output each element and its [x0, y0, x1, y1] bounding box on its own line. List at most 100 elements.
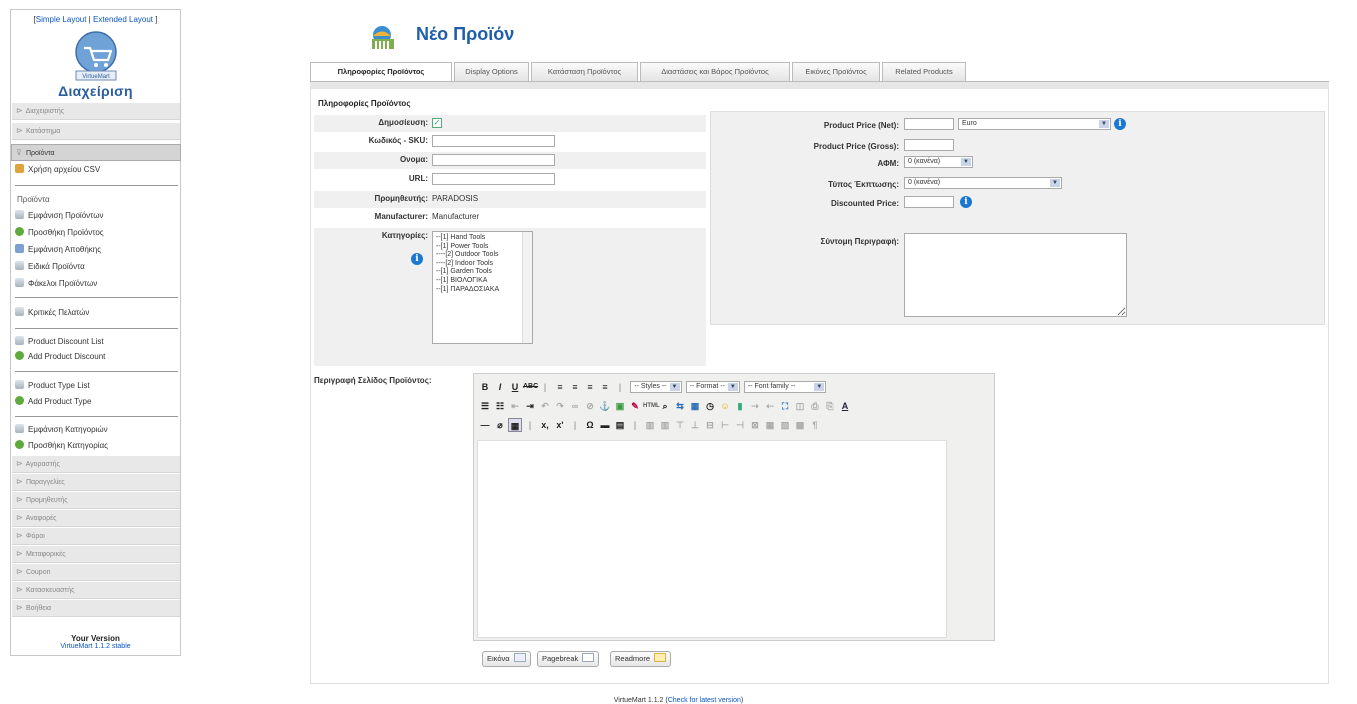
tab-related-products[interactable]: Related Products — [882, 62, 966, 82]
category-option[interactable]: ----[2] Outdoor Tools — [436, 251, 529, 260]
categories-listbox[interactable]: --[1] Hand Tools --[1] Power Tools ----[… — [432, 231, 533, 344]
numbered-list-icon[interactable]: ☷ — [493, 399, 507, 413]
category-option[interactable]: --[1] ΠΑΡΑΔΟΣΙΑΚΑ — [436, 286, 529, 295]
preview-icon[interactable]: ◫ — [793, 399, 807, 413]
emotions-icon[interactable]: ☺ — [718, 399, 732, 413]
name-input[interactable] — [432, 154, 555, 166]
image-icon[interactable]: ▣ — [613, 399, 627, 413]
sidebar-section-reports[interactable]: ⊳ Αναφορές — [12, 510, 180, 527]
font-color-icon[interactable]: A — [838, 399, 852, 413]
anchor-icon[interactable]: ⚓ — [598, 399, 612, 413]
format-select[interactable]: -- Format -- ▼ — [685, 381, 740, 393]
sidebar-section-coupon[interactable]: ⊳ Coupon — [12, 564, 180, 581]
tab-product-info[interactable]: Πληροφορίες Προϊόντος — [310, 62, 452, 82]
cleanup-icon[interactable]: ✎ — [628, 399, 642, 413]
sidebar-item-reviews[interactable]: Κριτικές Πελατών — [15, 305, 180, 320]
simple-layout-link[interactable]: Simple Layout — [36, 15, 87, 24]
sidebar-item-add-discount[interactable]: Add Product Discount — [15, 349, 180, 364]
strikethrough-icon[interactable]: ABC — [523, 380, 538, 394]
sidebar-item-list-categories[interactable]: Εμφάνιση Κατηγοριών — [15, 422, 180, 437]
rtl-icon[interactable]: ⇠ — [763, 399, 777, 413]
tab-dimensions-weight[interactable]: Διαστάσεις και Βάρος Προϊόντος — [640, 62, 790, 82]
date-icon[interactable]: ▦ — [688, 399, 702, 413]
insert-layer-icon[interactable]: ▬ — [598, 418, 612, 432]
find-icon[interactable]: ⌕ — [658, 399, 672, 413]
sidebar-item-csv[interactable]: Χρήση αρχείου CSV — [15, 162, 180, 177]
style-props-icon[interactable]: ¶ — [808, 418, 822, 432]
print-icon[interactable]: ⎙ — [808, 399, 822, 413]
categories-scrollbar[interactable] — [522, 232, 532, 343]
merge-cells-icon[interactable]: ▧ — [778, 418, 792, 432]
col-before-icon[interactable]: ⊢ — [718, 418, 732, 432]
category-option[interactable]: --[1] Hand Tools — [436, 234, 529, 243]
time-icon[interactable]: ◷ — [703, 399, 717, 413]
sidebar-section-vendors[interactable]: ⊳ Προμηθευτής — [12, 492, 180, 509]
categories-info-icon[interactable]: i — [411, 253, 423, 265]
category-option[interactable]: --[1] Garden Tools — [436, 268, 529, 277]
col-after-icon[interactable]: ⊣ — [733, 418, 747, 432]
unlink-icon[interactable]: ⊘ — [583, 399, 597, 413]
italic-icon[interactable]: I — [493, 380, 507, 394]
sidebar-item-discount-list[interactable]: Product Discount List — [15, 334, 180, 349]
table-icon[interactable]: ▤ — [613, 418, 627, 432]
check-version-link[interactable]: Check for latest version — [668, 697, 741, 704]
currency-select[interactable]: Euro ▼ — [958, 118, 1111, 130]
styles-select[interactable]: -- Styles -- ▼ — [630, 381, 682, 393]
align-left-icon[interactable]: ≡ — [553, 380, 567, 394]
sidebar-section-store[interactable]: ⊳ Κατάστημα — [12, 123, 180, 140]
net-price-input[interactable] — [904, 118, 954, 130]
bullet-list-icon[interactable]: ☰ — [478, 399, 492, 413]
category-option[interactable]: --[1] ΒΙΟΛΟΓΙΚΑ — [436, 277, 529, 286]
category-option[interactable]: ----[2] Indoor Tools — [436, 260, 529, 269]
sidebar-item-add-category[interactable]: Προσθήκη Κατηγορίας — [15, 438, 180, 453]
gross-price-input[interactable] — [904, 139, 954, 151]
discounted-price-input[interactable] — [904, 196, 954, 208]
split-cells-icon[interactable]: ▦ — [763, 418, 777, 432]
sidebar-section-admin[interactable]: ⊳ Διαχειριστής — [12, 103, 180, 120]
special-char-icon[interactable]: Ω — [583, 418, 597, 432]
row-after-icon[interactable]: ⊥ — [688, 418, 702, 432]
bold-icon[interactable]: B — [478, 380, 492, 394]
cell-props-icon[interactable]: ▥ — [658, 418, 672, 432]
underline-icon[interactable]: U — [508, 380, 522, 394]
row-props-icon[interactable]: ▥ — [643, 418, 657, 432]
media-icon[interactable]: ▮ — [733, 399, 747, 413]
extended-layout-link[interactable]: Extended Layout — [93, 15, 153, 24]
outdent-icon[interactable]: ⇤ — [508, 399, 522, 413]
font-family-select[interactable]: -- Font family -- ▼ — [743, 381, 827, 393]
replace-icon[interactable]: ⇆ — [673, 399, 687, 413]
insert-image-button[interactable]: Εικόνα — [482, 651, 531, 667]
sku-input[interactable] — [432, 135, 555, 147]
table-props-icon[interactable]: ▩ — [793, 418, 807, 432]
sidebar-section-shoppers[interactable]: ⊳ Αγοραστής — [12, 456, 180, 473]
undo-icon[interactable]: ↶ — [538, 399, 552, 413]
horizontal-rule-icon[interactable]: — — [478, 418, 492, 432]
discount-type-select[interactable]: 0 (κανένα) ▼ — [904, 177, 1062, 189]
sidebar-item-add-product-type[interactable]: Add Product Type — [15, 394, 180, 409]
discount-info-icon[interactable]: i — [960, 196, 972, 208]
fullscreen-icon[interactable]: ⛶ — [778, 399, 792, 413]
readmore-button[interactable]: Readmore — [610, 651, 672, 667]
ltr-icon[interactable]: ⇢ — [748, 399, 762, 413]
tab-display-options[interactable]: Display Options — [454, 62, 529, 82]
sidebar-section-help[interactable]: ⊳ Βοήθεια — [12, 600, 180, 617]
paste-text-icon[interactable]: ⎘ — [823, 399, 837, 413]
html-icon[interactable]: HTML — [643, 399, 660, 413]
price-info-icon[interactable]: i — [1114, 118, 1126, 130]
superscript-icon[interactable]: x' — [553, 418, 567, 432]
editor-content-area[interactable] — [477, 440, 947, 638]
publish-checkbox[interactable]: ✓ — [432, 118, 442, 128]
align-justify-icon[interactable]: ≡ — [598, 380, 612, 394]
sidebar-item-add-product[interactable]: Προσθήκη Προϊόντος — [15, 225, 180, 240]
sidebar-item-special-products[interactable]: Ειδικά Προϊόντα — [15, 259, 180, 274]
sidebar-section-taxes[interactable]: ⊳ Φόροι — [12, 528, 180, 545]
align-center-icon[interactable]: ≡ — [568, 380, 582, 394]
delete-col-icon[interactable]: ⊠ — [748, 418, 762, 432]
sidebar-section-products[interactable]: ⊽ Προϊόντα — [11, 144, 181, 161]
link-icon[interactable]: ∞ — [568, 399, 582, 413]
visual-aid-icon[interactable]: ▦ — [508, 418, 522, 432]
tab-product-images[interactable]: Εικόνες Προϊόντος — [792, 62, 880, 82]
pagebreak-button[interactable]: Pagebreak — [537, 651, 600, 667]
sidebar-item-inventory[interactable]: Εμφάνιση Αποθήκης — [15, 242, 180, 257]
sidebar-item-list-products[interactable]: Εμφάνιση Προϊόντων — [15, 208, 180, 223]
